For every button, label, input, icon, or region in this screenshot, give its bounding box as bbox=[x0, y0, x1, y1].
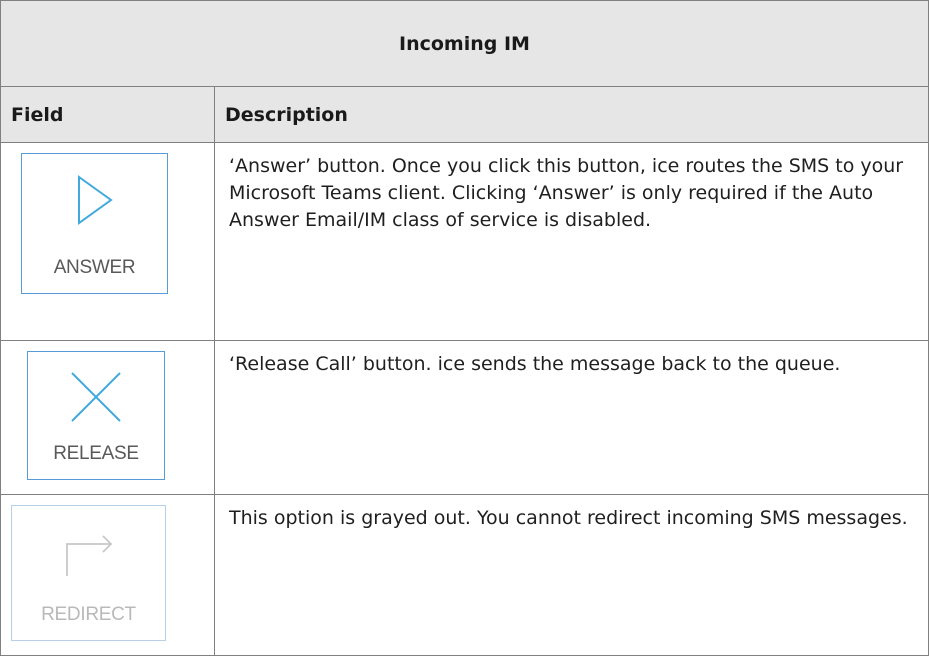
table-row: REDIRECT This option is grayed out. You … bbox=[0, 494, 929, 656]
release-button[interactable]: RELEASE bbox=[27, 351, 165, 480]
column-header-description: Description bbox=[214, 86, 929, 143]
column-header-field: Field bbox=[0, 86, 215, 143]
table-row: RELEASE ‘Release Call’ button. ice sends… bbox=[0, 340, 929, 495]
redirect-arrow-icon bbox=[65, 535, 112, 576]
release-button-label: RELEASE bbox=[53, 443, 139, 464]
description-cell: ‘Answer’ button. Once you click this but… bbox=[214, 142, 929, 341]
table-row: ANSWER ‘Answer’ button. Once you click t… bbox=[0, 142, 929, 341]
redirect-button: REDIRECT bbox=[11, 505, 166, 641]
field-cell: REDIRECT bbox=[0, 494, 215, 656]
x-close-icon bbox=[71, 372, 121, 422]
answer-button[interactable]: ANSWER bbox=[21, 153, 168, 294]
play-triangle-icon bbox=[77, 175, 113, 225]
incoming-im-table: Incoming IM Field Description ANSWER ‘An… bbox=[0, 0, 929, 656]
table-title: Incoming IM bbox=[0, 0, 929, 87]
answer-button-label: ANSWER bbox=[53, 257, 136, 278]
redirect-button-label: REDIRECT bbox=[41, 604, 136, 625]
field-cell: ANSWER bbox=[0, 142, 215, 341]
description-cell: This option is grayed out. You cannot re… bbox=[214, 494, 929, 656]
field-cell: RELEASE bbox=[0, 340, 215, 495]
description-cell: ‘Release Call’ button. ice sends the mes… bbox=[214, 340, 929, 495]
